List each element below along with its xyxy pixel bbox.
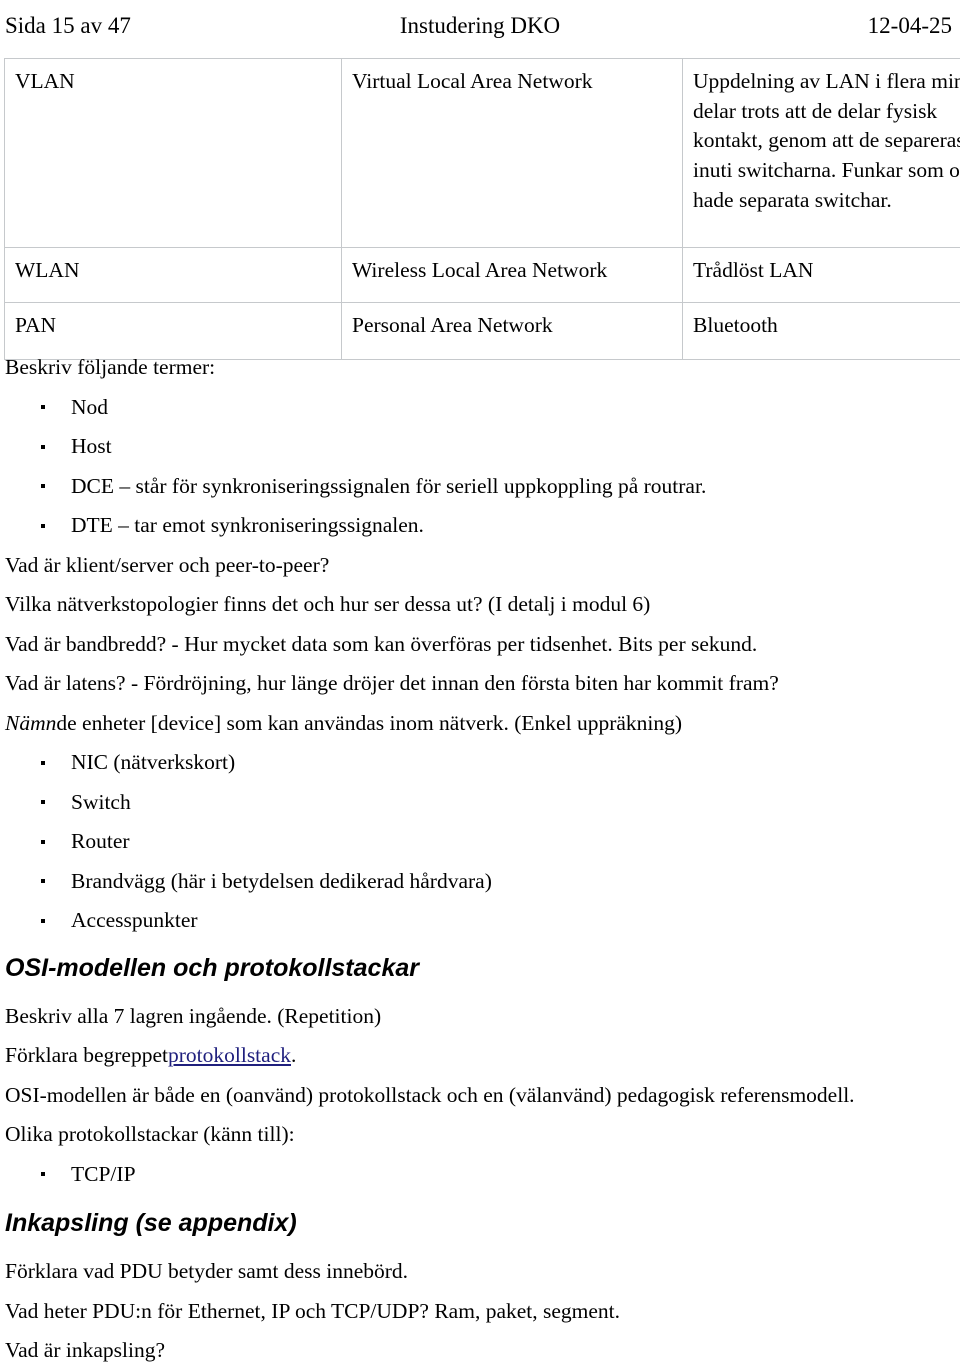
list-item-label: Nod [0, 397, 108, 419]
list-item: TCP/IP [0, 1155, 960, 1195]
list-item: Nod [0, 388, 960, 428]
document-date: 12-04-25 [868, 14, 952, 37]
bullet-icon [41, 1172, 45, 1176]
question-paragraph: Vad är latens? - Fördröjning, hur länge … [0, 664, 960, 704]
list-item: Switch [0, 783, 960, 823]
bullet-icon [41, 445, 45, 449]
bullet-icon [41, 919, 45, 923]
section-heading-osi: OSI-modellen och protokollstackar [0, 941, 960, 997]
question-paragraph: Vilka nätverkstopologier finns det och h… [0, 585, 960, 625]
table-cell-expansion: Virtual Local Area Network [342, 59, 683, 248]
protokollstack-link[interactable]: protokollstack [168, 1045, 291, 1067]
list-item: Accesspunkter [0, 901, 960, 941]
bullet-icon [41, 800, 45, 804]
inkapsling-paragraph: Vad heter PDU:n för Ethernet, IP och TCP… [0, 1292, 960, 1332]
table-cell-expansion: Wireless Local Area Network [342, 248, 683, 303]
link-line-prefix: Förklara begreppet [5, 1045, 168, 1067]
list-item-label: NIC (nätverkskort) [0, 752, 235, 774]
bullet-icon [41, 405, 45, 409]
question-paragraph: Vad är klient/server och peer-to-peer? [0, 546, 960, 586]
inkapsling-paragraph: Vad är inkapsling? [0, 1331, 960, 1371]
osi-referencemodel-paragraph: OSI-modellen är både en (oanvänd) protok… [0, 1076, 960, 1116]
list-item: DCE – står för synkroniseringssignalen f… [0, 467, 960, 507]
bullet-icon [41, 879, 45, 883]
list-item: Host [0, 427, 960, 467]
network-terms-table: VLAN Virtual Local Area Network Uppdelni… [4, 58, 960, 360]
list-item-label: DTE – tar emot synkroniseringssignalen. [0, 515, 424, 537]
link-line-suffix: . [291, 1045, 296, 1067]
list-item-label: Accesspunkter [0, 910, 198, 932]
bullet-icon [41, 524, 45, 528]
question-paragraph: Vad är bandbredd? - Hur mycket data som … [0, 625, 960, 665]
devices-intro-rest: de enheter [device] som kan användas ino… [56, 713, 682, 735]
list-item-label: Brandvägg (här i betydelsen dedikerad hå… [0, 871, 492, 893]
table-cell-abbreviation: WLAN [5, 248, 342, 303]
document-page: Sida 15 av 47 Instudering DKO 12-04-25 V… [0, 0, 960, 1364]
list-item-label: Switch [0, 792, 131, 814]
terms-intro-paragraph: Beskriv följande termer: [0, 348, 960, 388]
table-row: VLAN Virtual Local Area Network Uppdelni… [5, 59, 960, 248]
table-row: WLAN Wireless Local Area Network Trådlös… [5, 248, 960, 303]
document-title: Instudering DKO [0, 14, 960, 37]
bullet-icon [41, 484, 45, 488]
document-body: Beskriv följande termer: Nod Host DCE – … [0, 348, 960, 1371]
list-item-label: Router [0, 831, 130, 853]
list-item: DTE – tar emot synkroniseringssignalen. [0, 506, 960, 546]
list-item-label: DCE – står för synkroniseringssignalen f… [0, 476, 706, 498]
table-cell-abbreviation: VLAN [5, 59, 342, 248]
osi-repetition-paragraph: Beskriv alla 7 lagren ingående. (Repetit… [0, 997, 960, 1037]
table-cell-description: Uppdelning av LAN i flera mindre delar t… [683, 59, 960, 248]
document-running-header: Sida 15 av 47 Instudering DKO 12-04-25 [0, 0, 960, 50]
list-item: Router [0, 822, 960, 862]
bullet-icon [41, 761, 45, 765]
osi-stacks-intro-paragraph: Olika protokollstackar (känn till): [0, 1115, 960, 1155]
list-item-label: Host [0, 436, 112, 458]
list-item: NIC (nätverkskort) [0, 743, 960, 783]
devices-intro-emphasis: Nämn [5, 713, 56, 735]
bullet-icon [41, 840, 45, 844]
list-item-label: TCP/IP [0, 1164, 136, 1186]
devices-intro-paragraph: Nämn de enheter [device] som kan använda… [0, 704, 960, 744]
osi-link-paragraph: Förklara begreppet protokollstack. [0, 1036, 960, 1076]
section-heading-inkapsling: Inkapsling (se appendix) [0, 1194, 960, 1252]
list-item: Brandvägg (här i betydelsen dedikerad hå… [0, 862, 960, 902]
table-cell-description: Trådlöst LAN [683, 248, 960, 303]
inkapsling-paragraph: Förklara vad PDU betyder samt dess inneb… [0, 1252, 960, 1292]
